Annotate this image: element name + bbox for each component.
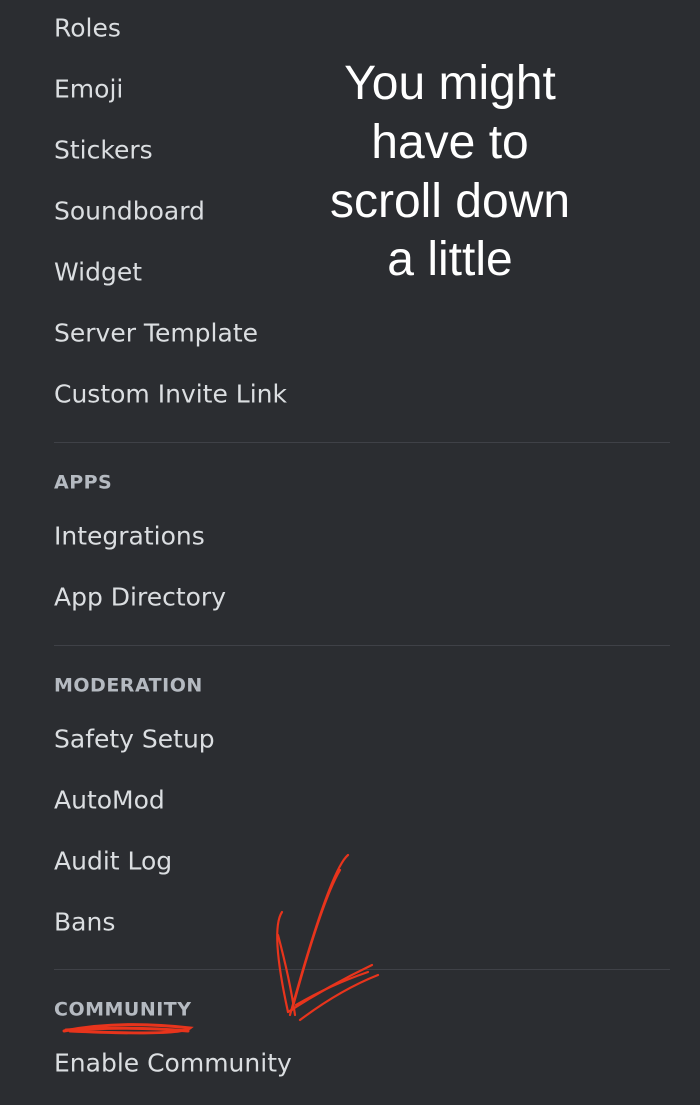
- section-header-community: COMMUNITY: [54, 998, 192, 1021]
- underline-mark: [62, 1023, 194, 1035]
- divider: [54, 442, 670, 443]
- divider: [54, 969, 670, 970]
- menu-item-custom-invite-link[interactable]: Custom Invite Link: [54, 382, 287, 407]
- annotation-text-line: a little: [387, 233, 513, 286]
- menu-item-safety-setup[interactable]: Safety Setup: [54, 727, 215, 752]
- menu-item-automod[interactable]: AutoMod: [54, 788, 165, 813]
- section-header-apps: APPS: [54, 471, 113, 494]
- menu-item-bans[interactable]: Bans: [54, 910, 115, 935]
- menu-item-soundboard[interactable]: Soundboard: [54, 199, 205, 224]
- section-header-moderation: MODERATION: [54, 674, 203, 697]
- menu-item-enable-community[interactable]: Enable Community: [54, 1051, 292, 1076]
- menu-item-audit-log[interactable]: Audit Log: [54, 849, 172, 874]
- menu-item-widget[interactable]: Widget: [54, 260, 142, 285]
- menu-item-integrations[interactable]: Integrations: [54, 524, 205, 549]
- menu-item-emoji[interactable]: Emoji: [54, 77, 123, 102]
- menu-item-roles[interactable]: Roles: [54, 16, 121, 41]
- menu-item-server-template[interactable]: Server Template: [54, 321, 258, 346]
- menu-item-app-directory[interactable]: App Directory: [54, 585, 226, 610]
- menu-item-stickers[interactable]: Stickers: [54, 138, 153, 163]
- annotation-text-line: You might: [344, 57, 556, 110]
- divider: [54, 645, 670, 646]
- arrow-icon: [276, 853, 380, 1022]
- annotation-text-line: scroll down: [329, 175, 571, 228]
- annotation-text-line: have to: [371, 116, 529, 169]
